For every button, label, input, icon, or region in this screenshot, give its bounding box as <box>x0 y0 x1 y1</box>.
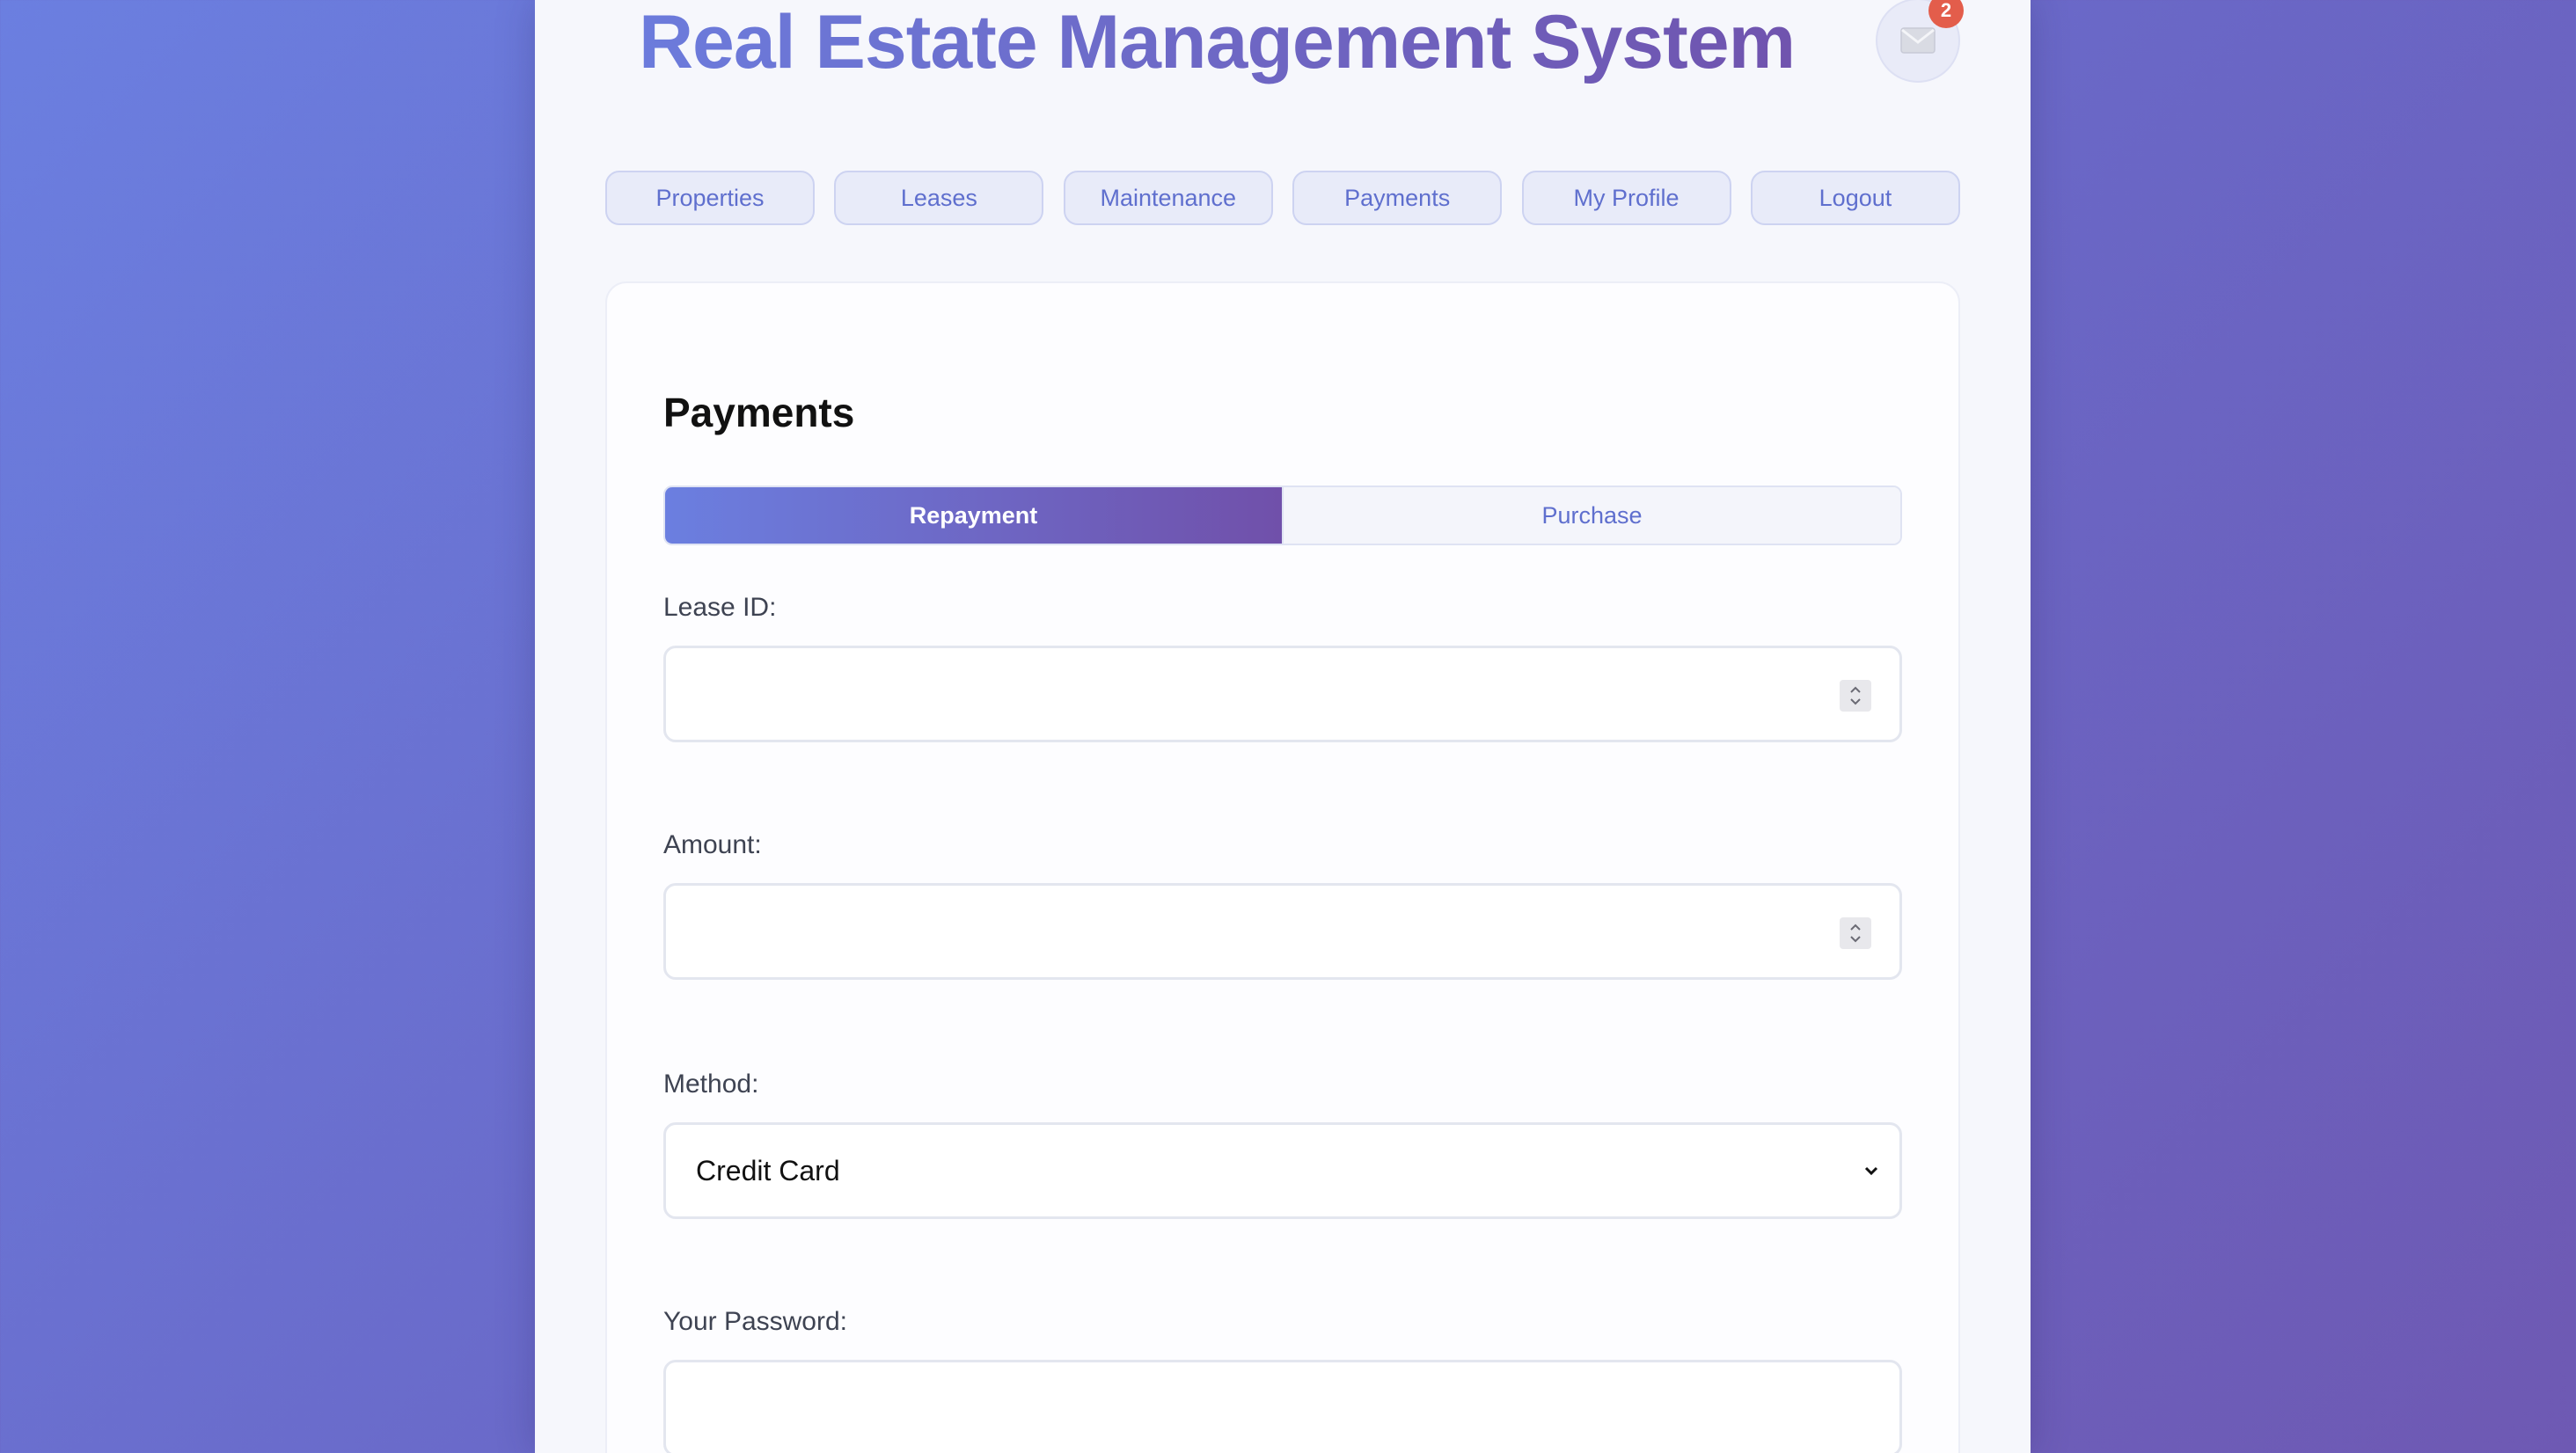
main-panel: Real Estate Management System 2 Properti… <box>535 0 2031 1453</box>
notification-badge: 2 <box>1928 0 1964 28</box>
method-selected-value: Credit Card <box>696 1155 840 1186</box>
tab-repayment[interactable]: Repayment <box>665 487 1282 544</box>
nav-payments-button[interactable]: Payments <box>1292 171 1503 225</box>
amount-stepper[interactable] <box>1840 917 1871 949</box>
nav-maintenance-button[interactable]: Maintenance <box>1063 171 1273 225</box>
lease-id-input[interactable] <box>663 646 1902 742</box>
tab-purchase[interactable]: Purchase <box>1282 487 1900 544</box>
payments-card: Payments Repayment Purchase Lease ID: Am… <box>605 281 1960 1453</box>
nav-my-profile-button[interactable]: My Profile <box>1521 171 1731 225</box>
nav-properties-button[interactable]: Properties <box>605 171 815 225</box>
stepper-arrows-icon <box>1850 924 1861 943</box>
method-select[interactable]: Credit Card <box>663 1122 1902 1219</box>
method-label: Method: <box>663 1070 759 1099</box>
page-title: Payments <box>663 390 855 435</box>
app-title: Real Estate Management System <box>535 0 1899 84</box>
chevron-down-icon <box>1864 1166 1878 1176</box>
amount-input[interactable] <box>663 883 1902 980</box>
amount-label: Amount: <box>663 830 762 859</box>
password-label: Your Password: <box>663 1307 848 1336</box>
mail-icon <box>1900 27 1936 54</box>
nav-logout-button[interactable]: Logout <box>1750 171 1960 225</box>
password-field[interactable] <box>663 1360 1902 1453</box>
lease-id-stepper[interactable] <box>1840 680 1871 712</box>
lease-id-label: Lease ID: <box>663 593 777 622</box>
nav-leases-button[interactable]: Leases <box>834 171 1044 225</box>
payment-type-tabs: Repayment Purchase <box>663 486 1902 545</box>
main-nav: Properties Leases Maintenance Payments M… <box>605 171 1960 225</box>
stepper-arrows-icon <box>1850 686 1861 705</box>
